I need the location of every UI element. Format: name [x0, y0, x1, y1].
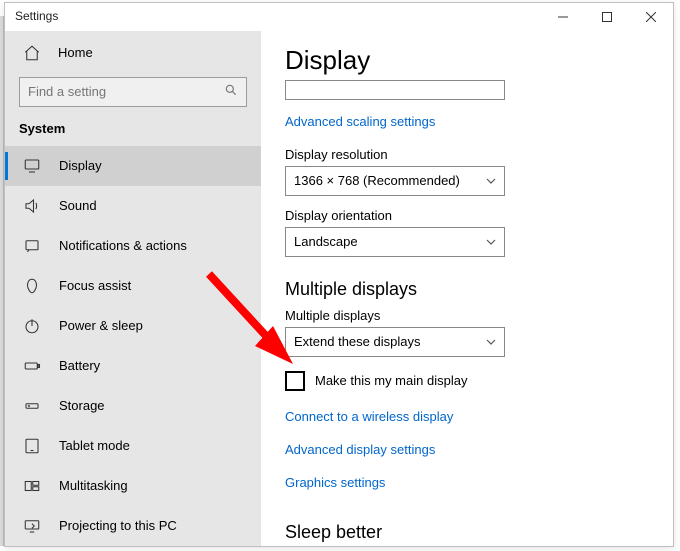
- sidebar-item-label: Power & sleep: [59, 318, 143, 333]
- sidebar-item-label: Notifications & actions: [59, 238, 187, 253]
- sidebar-item-label: Display: [59, 158, 102, 173]
- battery-icon: [23, 357, 41, 375]
- sidebar-item-focus-assist[interactable]: Focus assist: [5, 266, 261, 306]
- search-icon: [224, 83, 238, 100]
- resolution-select[interactable]: 1366 × 768 (Recommended): [285, 166, 505, 196]
- main-display-label: Make this my main display: [315, 373, 467, 388]
- orientation-value: Landscape: [294, 234, 358, 249]
- search-input[interactable]: [19, 77, 247, 107]
- page-title: Display: [285, 45, 663, 76]
- scaling-field[interactable]: [285, 80, 505, 100]
- chevron-down-icon: [486, 176, 496, 186]
- sidebar-item-label: Battery: [59, 358, 100, 373]
- home-button[interactable]: Home: [5, 33, 261, 73]
- advanced-display-link[interactable]: Advanced display settings: [285, 442, 435, 457]
- sidebar: Home System Display: [5, 31, 261, 546]
- titlebar: Settings: [5, 3, 673, 31]
- sidebar-item-storage[interactable]: Storage: [5, 386, 261, 426]
- sidebar-item-display[interactable]: Display: [5, 146, 261, 186]
- multitasking-icon: [23, 477, 41, 495]
- advanced-scaling-link[interactable]: Advanced scaling settings: [285, 114, 435, 129]
- sidebar-item-label: Multitasking: [59, 478, 128, 493]
- graphics-settings-link[interactable]: Graphics settings: [285, 475, 385, 490]
- main-content: Display Advanced scaling settings Displa…: [261, 31, 673, 546]
- notifications-icon: [23, 237, 41, 255]
- multiple-displays-value: Extend these displays: [294, 334, 420, 349]
- sidebar-item-label: Tablet mode: [59, 438, 130, 453]
- sidebar-item-power-sleep[interactable]: Power & sleep: [5, 306, 261, 346]
- storage-icon: [23, 397, 41, 415]
- projecting-icon: [23, 517, 41, 535]
- search-field[interactable]: [28, 84, 224, 99]
- window-title: Settings: [15, 9, 58, 23]
- sidebar-item-label: Sound: [59, 198, 97, 213]
- resolution-value: 1366 × 768 (Recommended): [294, 173, 460, 188]
- home-icon: [23, 44, 41, 62]
- multiple-displays-select[interactable]: Extend these displays: [285, 327, 505, 357]
- home-label: Home: [58, 45, 93, 60]
- sidebar-item-projecting[interactable]: Projecting to this PC: [5, 506, 261, 546]
- power-icon: [23, 317, 41, 335]
- sidebar-item-notifications[interactable]: Notifications & actions: [5, 226, 261, 266]
- sound-icon: [23, 197, 41, 215]
- sidebar-item-label: Projecting to this PC: [59, 518, 177, 533]
- sleep-better-heading: Sleep better: [285, 522, 663, 543]
- sidebar-item-battery[interactable]: Battery: [5, 346, 261, 386]
- connect-wireless-link[interactable]: Connect to a wireless display: [285, 409, 453, 424]
- sidebar-item-tablet-mode[interactable]: Tablet mode: [5, 426, 261, 466]
- sidebar-item-multitasking[interactable]: Multitasking: [5, 466, 261, 506]
- orientation-label: Display orientation: [285, 208, 663, 223]
- chevron-down-icon: [486, 237, 496, 247]
- sidebar-item-label: Storage: [59, 398, 105, 413]
- maximize-button[interactable]: [585, 3, 629, 31]
- sidebar-section-label: System: [5, 117, 261, 146]
- minimize-button[interactable]: [541, 3, 585, 31]
- chevron-down-icon: [486, 337, 496, 347]
- display-icon: [23, 157, 41, 175]
- settings-window: Settings Home: [4, 2, 674, 547]
- multiple-displays-label: Multiple displays: [285, 308, 663, 323]
- sidebar-item-label: Focus assist: [59, 278, 131, 293]
- orientation-select[interactable]: Landscape: [285, 227, 505, 257]
- close-button[interactable]: [629, 3, 673, 31]
- focus-assist-icon: [23, 277, 41, 295]
- tablet-icon: [23, 437, 41, 455]
- multiple-displays-heading: Multiple displays: [285, 279, 663, 300]
- resolution-label: Display resolution: [285, 147, 663, 162]
- sidebar-item-sound[interactable]: Sound: [5, 186, 261, 226]
- main-display-checkbox[interactable]: [285, 371, 305, 391]
